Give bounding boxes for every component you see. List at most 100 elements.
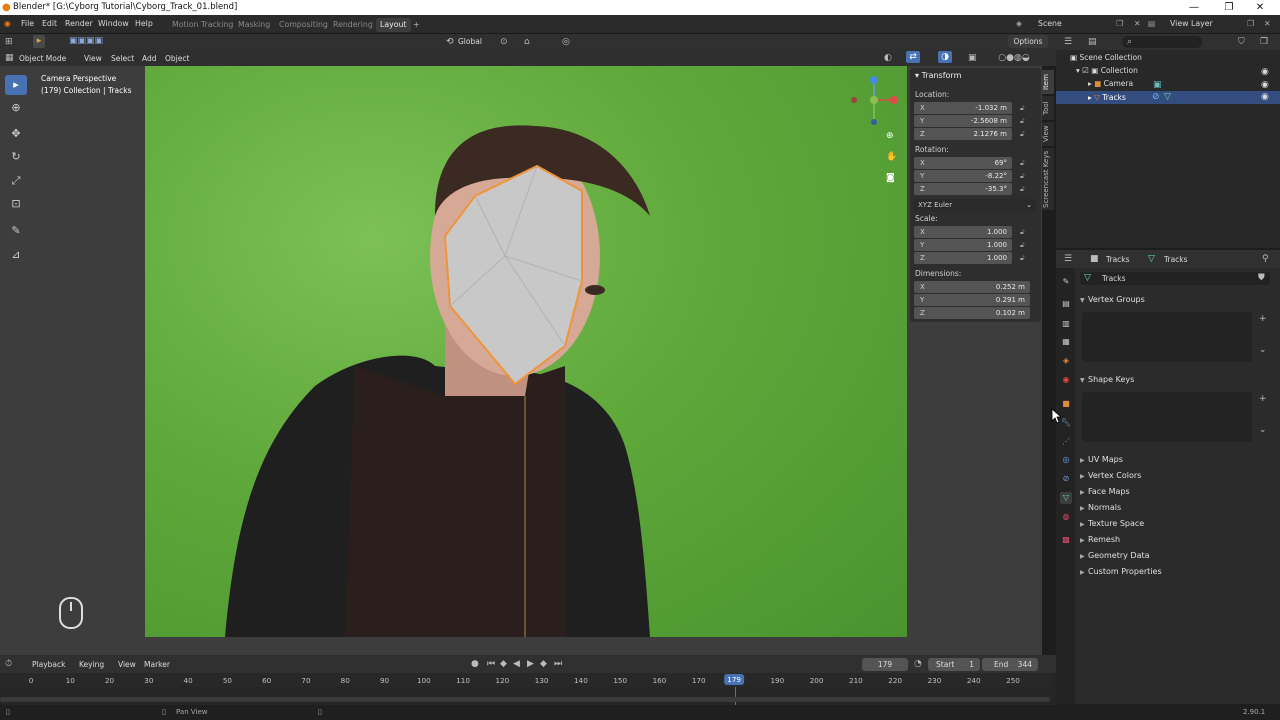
menu-add[interactable]: Add <box>142 54 157 63</box>
lock-icon[interactable]: 🔓︎ <box>1020 117 1025 126</box>
shape-keys-section[interactable]: ▼ Shape Keys <box>1080 375 1134 384</box>
lock-icon[interactable]: 🔓︎ <box>1020 104 1025 113</box>
menu-select[interactable]: Select <box>111 54 134 63</box>
minimize-icon[interactable]: — <box>1177 0 1211 15</box>
lock-icon[interactable]: 🔓︎ <box>1020 254 1025 263</box>
fake-user-icon[interactable]: ⛊ <box>1258 272 1265 284</box>
vertex-groups-list[interactable] <box>1082 312 1252 362</box>
tab-tool[interactable]: Tool <box>1042 96 1054 120</box>
particles-props-icon[interactable]: ⋰ <box>1060 436 1072 448</box>
maximize-icon[interactable]: ❐ <box>1212 0 1246 15</box>
rotation-mode-dropdown[interactable]: XYZ Euler ⌄ <box>914 199 1036 211</box>
scene-collection-row[interactable]: ▣ Scene Collection <box>1070 53 1142 62</box>
jump-start-icon[interactable]: ⏮ <box>487 658 495 670</box>
record-icon[interactable]: ● <box>471 658 479 670</box>
rotation-x-field[interactable]: X 69° <box>914 157 1012 169</box>
vertex-groups-section[interactable]: ▼ Vertex Groups <box>1080 295 1145 304</box>
rotation-y-field[interactable]: Y -8.22° <box>914 170 1012 182</box>
menu-object[interactable]: Object <box>165 54 189 63</box>
view-layer-name[interactable]: View Layer <box>1170 19 1213 28</box>
timeline-scrollbar[interactable] <box>0 697 1050 702</box>
location-x-field[interactable]: X -1.032 m <box>914 102 1012 114</box>
add-icon[interactable]: + <box>1259 393 1267 405</box>
outliner-item-camera[interactable]: ▸ ■ Camera <box>1088 79 1133 88</box>
tab-layout[interactable]: Layout <box>376 18 411 32</box>
blender-menu-icon[interactable]: ◉ <box>4 19 11 28</box>
zoom-icon[interactable]: ⊕ <box>886 130 894 142</box>
editor-type-icon[interactable]: ⊞ <box>5 36 13 48</box>
filter-icon[interactable]: ⛉ <box>1238 36 1245 48</box>
playhead-frame-indicator[interactable]: 179 <box>724 674 744 685</box>
modifier-props-icon[interactable]: 🔧︎ <box>1060 417 1072 429</box>
vertex-colors-section[interactable]: ▶ Vertex Colors <box>1080 471 1141 480</box>
mesh-data-props-icon[interactable]: ▽ <box>1060 492 1072 504</box>
texture-space-section[interactable]: ▶ Texture Space <box>1080 519 1144 528</box>
tab-compositing[interactable]: Compositing <box>275 18 332 32</box>
geometry-data-section[interactable]: ▶ Geometry Data <box>1080 551 1150 560</box>
end-frame-field[interactable]: End 344 <box>982 658 1038 671</box>
menu-render[interactable]: Render <box>65 19 93 28</box>
constraint-props-icon[interactable]: ⊘ <box>1060 473 1072 485</box>
tab-motion-tracking[interactable]: Motion Tracking <box>168 18 237 32</box>
render-props-icon[interactable]: ▤ <box>1060 298 1072 310</box>
xray-icon[interactable]: ▣ <box>968 52 977 64</box>
preview-range-icon[interactable]: ◔ <box>914 658 922 670</box>
cursor-tool[interactable]: ⊕ <box>5 98 27 118</box>
custom-properties-section[interactable]: ▶ Custom Properties <box>1080 567 1162 576</box>
shading-mode-icons[interactable]: ○●◍◒ <box>984 52 1044 64</box>
world-props-icon[interactable]: ◉ <box>1060 374 1072 386</box>
selection-mode-icons[interactable]: ▣▣▣▣ <box>56 35 116 47</box>
tab-rendering[interactable]: Rendering <box>329 18 377 32</box>
pan-hand-icon[interactable]: ✋ <box>886 151 897 163</box>
menu-view[interactable]: View <box>118 660 136 669</box>
lock-icon[interactable]: 🔓︎ <box>1020 241 1025 250</box>
transform-tool[interactable]: ⊡ <box>5 194 27 214</box>
select-box-tool[interactable]: ▸ <box>5 75 27 95</box>
shape-keys-list[interactable] <box>1082 392 1252 442</box>
view-layer-props-icon[interactable]: ▦ <box>1060 336 1072 348</box>
remove-scene-icon[interactable]: ✕ <box>1134 19 1141 28</box>
pivot-point-icon[interactable]: ⊙ <box>500 36 508 48</box>
menu-keying[interactable]: Keying <box>79 660 104 669</box>
physics-props-icon[interactable]: ◎ <box>1060 454 1072 466</box>
lock-icon[interactable]: 🔓︎ <box>1020 172 1025 181</box>
tab-screencast-keys[interactable]: Screencast Keys <box>1042 148 1054 210</box>
pin-icon[interactable]: ⚲ <box>1262 253 1269 265</box>
menu-help[interactable]: Help <box>135 19 153 28</box>
menu-file[interactable]: File <box>21 19 34 28</box>
transform-header[interactable]: ▾ Transform <box>915 71 961 80</box>
play-icon[interactable]: ▶ <box>527 658 534 670</box>
menu-marker[interactable]: Marker <box>144 660 170 669</box>
editor-type-icon[interactable]: ☰ <box>1064 253 1072 265</box>
measure-tool[interactable]: ⊿ <box>5 245 27 265</box>
visibility-eye-icon[interactable]: ◉ <box>1261 79 1269 91</box>
visibility-eye-icon[interactable]: ◉ <box>1261 91 1269 103</box>
display-mode-icon[interactable]: ▤ <box>1088 36 1097 48</box>
menu-window[interactable]: Window <box>98 19 129 28</box>
editor-type-icon[interactable]: ⏱ <box>5 658 12 670</box>
close-icon[interactable]: ✕ <box>1243 0 1277 15</box>
prev-keyframe-icon[interactable]: ◆ <box>500 658 507 670</box>
rotate-tool[interactable]: ↻ <box>5 147 27 167</box>
menu-playback[interactable]: Playback <box>32 660 65 669</box>
snap-icon[interactable]: ⌂ <box>524 36 530 48</box>
face-maps-section[interactable]: ▶ Face Maps <box>1080 487 1130 496</box>
chevron-down-icon[interactable]: ⌄ <box>1259 344 1267 356</box>
scale-tool[interactable]: ⤢ <box>5 171 27 191</box>
outliner-item-tracks[interactable]: ▸ ▽ Tracks <box>1088 93 1126 102</box>
next-keyframe-icon[interactable]: ◆ <box>540 658 547 670</box>
add-icon[interactable]: + <box>1259 313 1267 325</box>
texture-props-icon[interactable]: ▩ <box>1060 534 1072 546</box>
tab-view[interactable]: View <box>1042 122 1054 146</box>
current-frame-field[interactable]: 179 <box>862 658 908 671</box>
visibility-eye-icon[interactable]: ◉ <box>1261 66 1269 78</box>
overlay-toggle-icon[interactable]: ◑ <box>938 51 952 63</box>
scale-x-field[interactable]: X 1.000 <box>914 226 1012 238</box>
location-y-field[interactable]: Y -2.5608 m <box>914 115 1012 127</box>
mesh-name-field[interactable]: ▽ Tracks ⛊ <box>1080 272 1270 285</box>
navigation-gizmo[interactable] <box>846 72 902 128</box>
gizmo-toggle-icon[interactable]: ⇄ <box>906 51 920 63</box>
new-view-layer-icon[interactable]: ❐ <box>1247 19 1254 28</box>
editor-type-icon[interactable]: ☰ <box>1064 36 1072 48</box>
uv-maps-section[interactable]: ▶ UV Maps <box>1080 455 1123 464</box>
